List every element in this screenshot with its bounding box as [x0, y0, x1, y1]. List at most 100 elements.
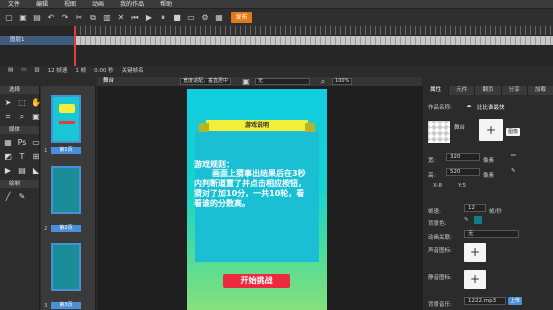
bgcolor-swatch[interactable] — [474, 216, 482, 224]
section-select-title[interactable]: 选择 — [0, 86, 39, 94]
tab-properties[interactable]: 属性 — [423, 86, 450, 95]
crop-icon[interactable]: ⌗ — [2, 111, 14, 123]
picture-icon[interactable]: ◩ — [2, 151, 14, 163]
tools-panel: 选择 ➤ ⬚ ✋ ⌗ ⌕ ▣ 媒体 ▦ Ps ▭ ◩ T ⊞ ▶ ▤ ◣ 绘制 … — [0, 86, 41, 310]
text-icon[interactable]: T — [16, 151, 28, 163]
eyedropper-bg-icon[interactable]: ✎ — [464, 217, 469, 223]
media-tools: ▦ Ps ▭ ◩ T ⊞ ▶ ▤ ◣ — [0, 134, 40, 180]
upload-button[interactable]: 上传 — [508, 297, 522, 305]
work-name-value[interactable]: 比比谁最快 — [477, 103, 505, 111]
menu-edit[interactable]: 编辑 — [28, 0, 56, 9]
timeline-ruler[interactable] — [75, 26, 553, 35]
width-input[interactable]: 320 — [446, 153, 480, 161]
tab-loading[interactable]: 加载 — [528, 86, 553, 95]
section-media-title[interactable]: 媒体 — [0, 126, 39, 134]
pause-icon[interactable]: ⏸ — [158, 13, 168, 23]
undo-icon[interactable]: ↶ — [46, 13, 56, 23]
page-label-1[interactable]: 第1页 — [51, 147, 81, 154]
eyedropper-icon[interactable]: ✎ — [511, 168, 516, 174]
copy-icon[interactable]: ⧉ — [88, 13, 98, 23]
stage-canvas[interactable]: 游戏说明 游戏规则： 画面上猜事出结果后在3秒内判断道置了并点击相应按钮，猜对了… — [97, 86, 422, 310]
image-button[interactable]: 图像 — [506, 128, 521, 136]
width-label: 宽: — [428, 158, 436, 164]
sound-icon-button[interactable]: + — [464, 243, 486, 262]
select-tools: ➤ ⬚ ✋ ⌗ ⌕ ▣ — [0, 94, 41, 126]
menu-file[interactable]: 文件 — [0, 0, 28, 9]
start-challenge-button[interactable]: 开始挑战 — [223, 274, 290, 288]
timeline-frames[interactable] — [75, 36, 553, 45]
section-draw-title[interactable]: 绘制 — [0, 180, 39, 188]
rules-text: 画面上猜事出结果后在3秒内判断道置了并点击相应按钮，猜对了加10分，一共10轮，… — [194, 169, 306, 208]
zoom-in-icon[interactable]: ⌕ — [318, 77, 328, 87]
keyframe-name-status: 关键帧名 — [121, 68, 144, 74]
arrow-select-icon[interactable]: ➤ — [2, 97, 14, 109]
height-input[interactable]: 520 — [446, 168, 480, 176]
menu-view[interactable]: 视图 — [56, 0, 84, 9]
fps-input[interactable]: 12 — [464, 204, 486, 212]
page-number-3: 3 — [44, 303, 48, 309]
play-icon[interactable]: ▶ — [144, 13, 154, 23]
stage-tab[interactable]: 舞台 — [97, 77, 120, 86]
layer-icon[interactable]: ▣ — [241, 77, 251, 87]
page-thumbnail-1[interactable] — [51, 95, 81, 143]
cut-icon[interactable]: ✂ — [74, 13, 84, 23]
new-file-icon[interactable]: ▢ — [4, 13, 14, 23]
link-icon[interactable]: ⚯ — [511, 153, 516, 159]
layer-select[interactable]: 无 — [255, 78, 311, 85]
zoom-select[interactable]: 100% — [332, 78, 353, 85]
save-icon[interactable]: ▤ — [32, 13, 42, 23]
work-name-label: 作品名称: — [428, 105, 452, 111]
title-ribbon[interactable]: 游戏说明 — [199, 120, 315, 132]
mute-icon-button[interactable]: + — [464, 270, 486, 289]
thumb-button — [59, 121, 75, 124]
tab-share[interactable]: 分享 — [502, 86, 528, 95]
bgm-select[interactable]: 1222.mp3 — [464, 297, 506, 305]
transform-icon[interactable]: ⬚ — [16, 97, 28, 109]
add-folder-icon[interactable]: ▭ — [21, 67, 26, 73]
stop-icon[interactable]: ■ — [172, 13, 182, 23]
fps-status: 12 帧速 — [47, 68, 68, 74]
playhead[interactable] — [74, 26, 76, 68]
table-icon[interactable]: ▤ — [16, 165, 28, 177]
open-folder-icon[interactable]: ▣ — [18, 13, 28, 23]
video-icon[interactable]: ▶ — [2, 165, 14, 177]
timeline: 图层1 — [0, 26, 553, 68]
page-thumbnail-3[interactable] — [51, 243, 81, 291]
share-icon[interactable]: ▦ — [214, 13, 224, 23]
prev-frame-icon[interactable]: ⏮ — [130, 13, 140, 23]
preview-icon[interactable]: ▭ — [186, 13, 196, 23]
publish-button[interactable]: 发布 — [231, 12, 252, 23]
zoom-icon[interactable]: ⌕ — [16, 111, 28, 123]
menu-animation[interactable]: 动画 — [84, 0, 112, 9]
y-coordinate: Y:5 — [458, 183, 466, 189]
page-thumbnail-2[interactable] — [51, 166, 81, 214]
grid-icon[interactable]: ▦ — [2, 137, 14, 149]
height-label: 高: — [428, 173, 436, 179]
page-label-3[interactable]: 第3页 — [51, 302, 81, 309]
thumb-logo — [59, 104, 75, 113]
redo-icon[interactable]: ↷ — [60, 13, 70, 23]
anim-link-select[interactable]: 无 — [464, 230, 519, 238]
pen-icon[interactable]: ✎ — [16, 191, 28, 203]
stage-thumbnail[interactable] — [428, 121, 450, 143]
fit-mode-select[interactable]: 宽度适配，垂直居中 — [180, 78, 232, 85]
tab-components[interactable]: 元件 — [449, 86, 476, 95]
fps-label: 帧速: — [428, 209, 441, 215]
menu-help[interactable]: 帮助 — [152, 0, 180, 9]
photoshop-icon[interactable]: Ps — [16, 137, 28, 149]
layer-name[interactable]: 图层1 — [10, 36, 25, 45]
trash-icon[interactable]: ▥ — [34, 67, 39, 73]
pages-panel: 1 第1页 2 第2页 3 第3页 — [41, 86, 96, 310]
bgcolor-label: 背景色: — [428, 221, 447, 227]
phone-preview[interactable]: 游戏说明 游戏规则： 画面上猜事出结果后在3秒内判断道置了并点击相应按钮，猜对了… — [187, 89, 327, 310]
tab-pageturn[interactable]: 翻页 — [475, 86, 502, 95]
line-icon[interactable]: ╱ — [2, 191, 14, 203]
add-layer-icon[interactable]: ▤ — [8, 67, 13, 73]
paste-icon[interactable]: ▥ — [102, 13, 112, 23]
page-label-2[interactable]: 第2页 — [51, 225, 81, 232]
menu-my-works[interactable]: 我的作品 — [112, 0, 152, 9]
add-image-button[interactable]: + — [479, 119, 503, 141]
panel-tabs: 属性 元件 翻页 分享 加载 — [423, 86, 553, 95]
delete-icon[interactable]: ✕ — [116, 13, 126, 23]
settings-icon[interactable]: ⚙ — [200, 13, 210, 23]
